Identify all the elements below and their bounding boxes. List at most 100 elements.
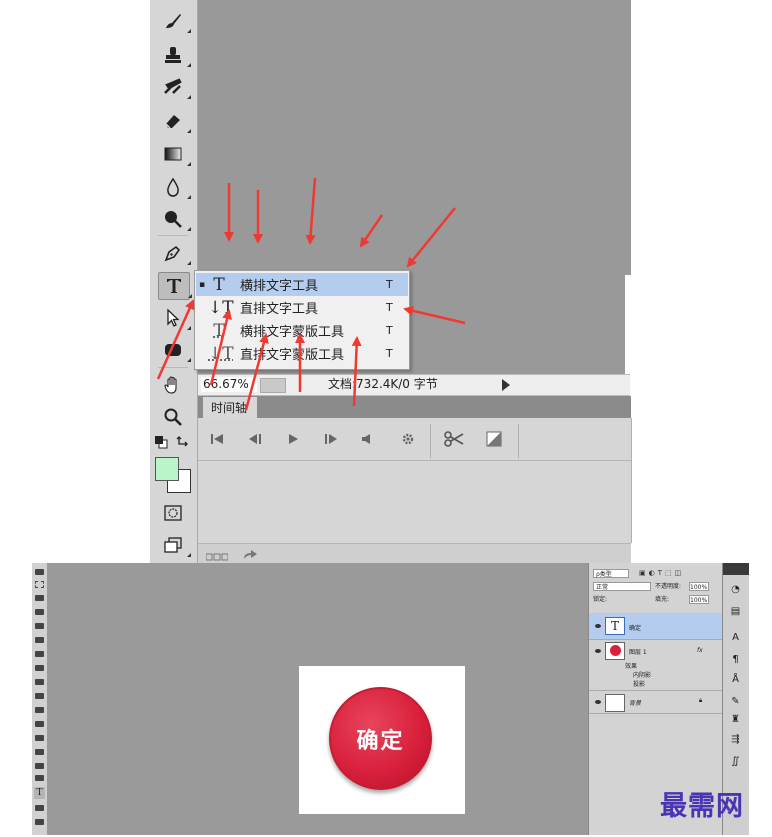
split-button[interactable] xyxy=(442,430,466,448)
eye-icon[interactable] xyxy=(595,700,601,704)
glyph-panel-icon[interactable]: Å xyxy=(730,675,741,685)
circle-layer-thumb xyxy=(605,642,625,660)
type-tool-button[interactable] xyxy=(158,272,192,300)
hand-tool-button[interactable] xyxy=(158,372,188,398)
first-frame-button[interactable] xyxy=(208,430,226,448)
eraser-tool-button[interactable] xyxy=(158,108,191,134)
shape-tool-button[interactable] xyxy=(158,337,191,363)
dodge-tool-button[interactable] xyxy=(158,206,191,232)
foreground-color-swatch[interactable] xyxy=(155,457,179,481)
timeline-settings-button[interactable] xyxy=(398,430,418,448)
frame-animation-icon[interactable] xyxy=(205,550,229,561)
inner-shadow-effect[interactable]: 内阴影 xyxy=(633,670,651,679)
status-menu-arrow-icon[interactable] xyxy=(502,379,510,391)
first-frame-icon xyxy=(211,434,223,444)
selected-bullet-icon: ▪ xyxy=(198,279,206,290)
history-brush-tool-icon[interactable] xyxy=(35,693,44,699)
prev-frame-button[interactable] xyxy=(246,430,264,448)
clone-source-icon[interactable]: ♜ xyxy=(730,715,741,725)
pen-tool-icon-2[interactable] xyxy=(35,775,44,781)
brush-tool-icon[interactable] xyxy=(35,665,44,671)
zoom-level-field[interactable]: 66.67% xyxy=(201,377,257,392)
shape-tool-icon[interactable] xyxy=(35,819,44,825)
zoom-tool-button[interactable] xyxy=(158,404,188,430)
default-colors-button[interactable] xyxy=(154,435,168,449)
paragraph-panel-icon[interactable]: ¶ xyxy=(730,655,741,665)
next-frame-icon xyxy=(325,434,337,444)
audio-button[interactable] xyxy=(358,430,376,448)
transition-button[interactable] xyxy=(484,430,504,448)
crop-tool-icon[interactable] xyxy=(35,623,44,629)
pen-tool-icon[interactable] xyxy=(35,763,44,769)
path-selection-tool-button[interactable] xyxy=(158,305,191,331)
flyout-item-label: 横排文字蒙版工具 xyxy=(240,325,345,340)
screen-mode-button[interactable] xyxy=(158,532,191,558)
fx-icon[interactable]: fx xyxy=(697,647,703,654)
blur-tool-icon[interactable] xyxy=(35,735,44,741)
play-icon xyxy=(289,434,298,444)
quick-mask-icon xyxy=(164,505,182,521)
flyout-item-vertical-type-mask[interactable]: ↓T 直排文字蒙版工具 T xyxy=(196,342,408,365)
type-tool-icon[interactable]: T xyxy=(34,787,45,799)
brush-tool-button[interactable] xyxy=(158,8,191,34)
marquee-tool-icon[interactable] xyxy=(35,581,44,588)
flyout-item-label: 直排文字蒙版工具 xyxy=(240,348,345,363)
layer-row-background[interactable]: 背景 🔒︎ xyxy=(589,691,723,714)
adjustments-icon[interactable]: ∬ xyxy=(730,757,741,767)
lock-icon: 🔒︎ xyxy=(699,697,703,704)
kind-filter-select[interactable]: ρ类型 xyxy=(593,569,629,578)
drop-shadow-effect[interactable]: 投影 xyxy=(633,679,645,688)
swap-colors-button[interactable] xyxy=(176,435,190,449)
flyout-item-vertical-type[interactable]: ↓T 直排文字工具 T xyxy=(196,296,408,319)
tab-timeline[interactable]: 时间轴 xyxy=(202,396,258,418)
eyedropper-tool-icon[interactable] xyxy=(35,637,44,643)
stamp-tool-icon[interactable] xyxy=(35,679,44,685)
rounded-rect-icon xyxy=(165,344,181,356)
layer-row-circle[interactable]: 图层 1 fx 效果 内阴影 投影 xyxy=(589,640,723,691)
path-selection-tool-icon[interactable] xyxy=(35,805,44,811)
filter-icons[interactable]: ▣◐T⬚◫ xyxy=(639,569,719,578)
lasso-tool-icon[interactable] xyxy=(35,595,44,601)
opacity-field[interactable]: 100% xyxy=(689,582,709,591)
mini-tools-panel: T xyxy=(32,563,48,835)
gradient-tool-icon[interactable] xyxy=(35,721,44,727)
eye-icon[interactable] xyxy=(595,624,601,628)
brush-panel-icon[interactable]: ✎ xyxy=(730,697,741,707)
blur-tool-button[interactable] xyxy=(158,174,191,200)
timeline-panel xyxy=(198,418,632,543)
default-colors-icon xyxy=(155,436,168,449)
properties-panel-icon[interactable]: ▤ xyxy=(730,607,741,617)
move-tool-icon[interactable] xyxy=(35,569,44,575)
flyout-item-horizontal-type-mask[interactable]: T 横排文字蒙版工具 T xyxy=(196,319,408,342)
text-layer-thumb-icon: T xyxy=(605,617,625,635)
eye-icon[interactable] xyxy=(595,649,601,653)
magic-wand-tool-icon[interactable] xyxy=(35,609,44,615)
screen-mode-icon xyxy=(164,537,182,553)
layers-panel-header: ρ类型 ▣◐T⬚◫ 正常 不透明度: 100% 锁定: 填充: 100% xyxy=(589,565,723,605)
gradient-tool-button[interactable] xyxy=(158,141,191,167)
healing-tool-icon[interactable] xyxy=(35,651,44,657)
eraser-tool-icon[interactable] xyxy=(35,707,44,713)
stamp-tool-button[interactable] xyxy=(158,42,191,68)
blend-mode-select[interactable]: 正常 xyxy=(593,582,651,591)
layer-name: 背景 xyxy=(629,700,642,707)
quick-mask-button[interactable] xyxy=(158,500,188,526)
dodge-tool-icon[interactable] xyxy=(35,749,44,755)
vertical-type-mask-icon: ↓T xyxy=(208,343,234,364)
zoom-options-button[interactable] xyxy=(260,378,286,393)
horizontal-type-mask-icon: T xyxy=(213,320,225,341)
fill-field[interactable]: 100% xyxy=(689,595,709,604)
document-preview[interactable]: 确定 xyxy=(299,666,465,814)
history-panel-icon[interactable]: ◔ xyxy=(730,585,741,595)
history-brush-tool-button[interactable] xyxy=(158,74,191,100)
play-button[interactable] xyxy=(284,430,302,448)
convert-arrow-icon[interactable] xyxy=(242,548,258,560)
flyout-item-horizontal-type[interactable]: ▪ T 横排文字工具 T xyxy=(196,273,408,296)
layer-row-text[interactable]: T 确定 xyxy=(589,613,723,640)
tool-presets-icon[interactable]: ⇶ xyxy=(730,735,741,745)
character-panel-icon[interactable]: A xyxy=(730,633,741,643)
next-frame-button[interactable] xyxy=(322,430,340,448)
opacity-label: 不透明度: xyxy=(655,583,682,590)
timeline-tab-bar: 时间轴 xyxy=(198,396,631,418)
pen-tool-button[interactable] xyxy=(158,240,191,266)
